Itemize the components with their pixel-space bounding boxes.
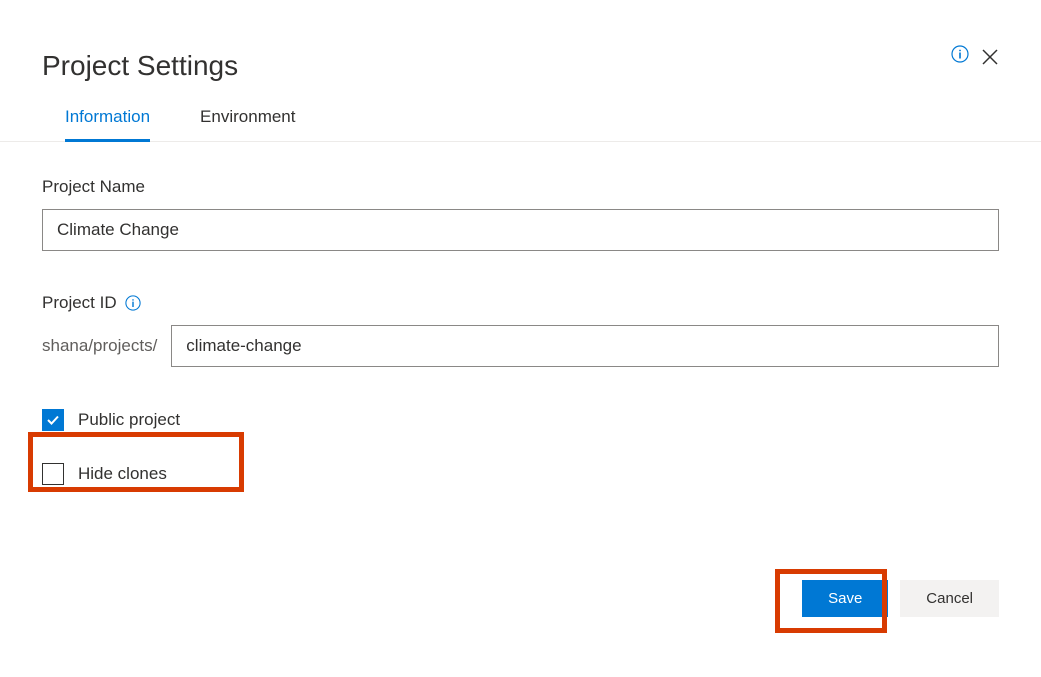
info-icon[interactable] <box>951 45 969 68</box>
public-project-checkbox[interactable] <box>42 409 64 431</box>
project-name-group: Project Name <box>42 177 999 251</box>
tab-information[interactable]: Information <box>65 107 150 142</box>
cancel-button[interactable]: Cancel <box>900 580 999 617</box>
header-icons <box>951 45 999 68</box>
tab-environment[interactable]: Environment <box>200 107 295 142</box>
project-id-prefix: shana/projects/ <box>42 336 171 356</box>
close-icon[interactable] <box>981 48 999 66</box>
project-name-input[interactable] <box>42 209 999 251</box>
info-icon[interactable] <box>125 295 141 311</box>
dialog-header: Project Settings <box>0 0 1041 82</box>
project-id-group: Project ID shana/projects/ <box>42 293 999 367</box>
highlight-annotation <box>28 432 244 492</box>
project-id-label: Project ID <box>42 293 117 313</box>
project-settings-dialog: Project Settings Information Environment <box>0 0 1041 677</box>
tabs: Information Environment <box>0 82 1041 142</box>
dialog-title: Project Settings <box>42 50 238 82</box>
public-project-row: Public project <box>42 409 999 431</box>
highlight-annotation <box>775 569 887 633</box>
public-project-label: Public project <box>78 410 180 430</box>
project-id-input[interactable] <box>171 325 999 367</box>
project-id-label-row: Project ID <box>42 293 999 313</box>
project-name-label: Project Name <box>42 177 999 197</box>
project-id-row: shana/projects/ <box>42 325 999 367</box>
